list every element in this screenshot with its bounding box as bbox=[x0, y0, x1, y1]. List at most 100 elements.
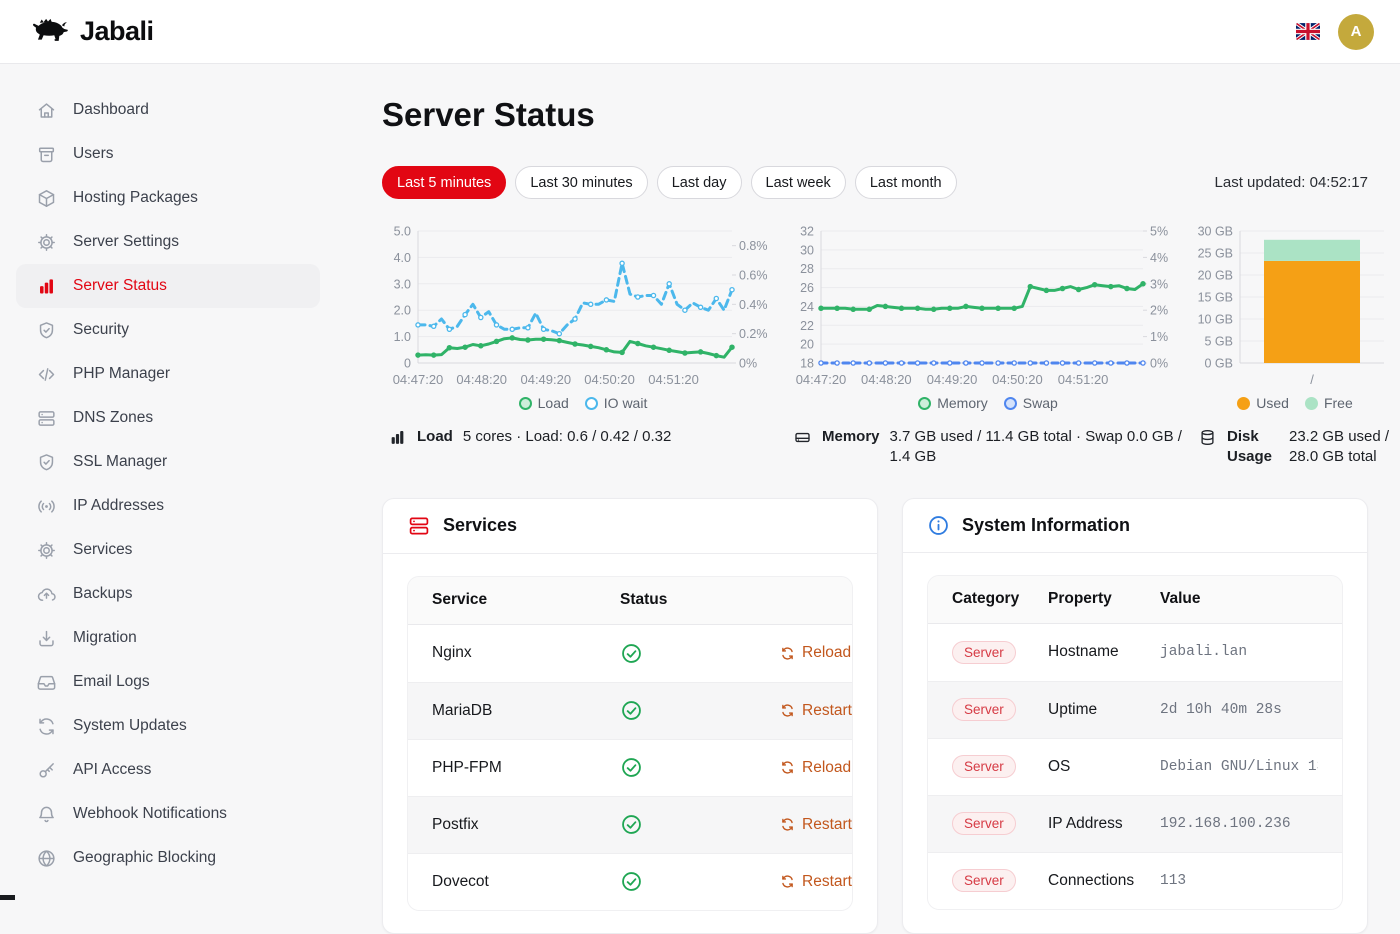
bell-icon bbox=[36, 804, 57, 825]
sidebar-item-dns-zones[interactable]: DNS Zones bbox=[16, 396, 320, 440]
services-table-header: ServiceStatus bbox=[408, 577, 852, 625]
range-button-last-month[interactable]: Last month bbox=[855, 166, 957, 199]
category-badge: Server bbox=[952, 698, 1016, 721]
service-row-nginx: NginxReload bbox=[408, 625, 852, 682]
svg-text:3%: 3% bbox=[1150, 277, 1168, 291]
sidebar-item-server-settings[interactable]: Server Settings bbox=[16, 220, 320, 264]
sidebar-item-migration[interactable]: Migration bbox=[16, 616, 320, 660]
refresh-icon bbox=[780, 817, 795, 832]
svg-text:04:50:20: 04:50:20 bbox=[584, 372, 635, 387]
svg-text:4%: 4% bbox=[1150, 251, 1168, 265]
sidebar-item-server-status[interactable]: Server Status bbox=[16, 264, 320, 308]
range-button-last-week[interactable]: Last week bbox=[751, 166, 846, 199]
restart-postfix-button[interactable]: Restart bbox=[780, 816, 852, 834]
svg-text:32: 32 bbox=[800, 225, 814, 239]
disk-chart: 0 GB5 GB10 GB15 GB20 GB25 GB30 GB/UsedFr… bbox=[1192, 221, 1398, 468]
svg-text:30: 30 bbox=[800, 243, 814, 257]
range-button-last-day[interactable]: Last day bbox=[657, 166, 742, 199]
info-icon bbox=[927, 514, 950, 537]
inbox-icon bbox=[36, 672, 57, 693]
sidebar-item-email-logs[interactable]: Email Logs bbox=[16, 660, 320, 704]
key-icon bbox=[36, 760, 57, 781]
property-value: 113 bbox=[1160, 873, 1318, 889]
sidebar-item-dashboard[interactable]: Dashboard bbox=[16, 88, 320, 132]
service-row-mariadb: MariaDBRestart bbox=[408, 682, 852, 739]
reload-php-fpm-button[interactable]: Reload bbox=[780, 759, 851, 777]
svg-text:0: 0 bbox=[404, 357, 411, 371]
legend-item-io-wait: IO wait bbox=[585, 395, 648, 411]
boar-logo-icon bbox=[26, 16, 70, 47]
property-name: Connections bbox=[1048, 872, 1160, 890]
load-chart: 01.02.03.04.05.00%0.2%0.4%0.6%0.8%04:47:… bbox=[382, 221, 784, 468]
system-row-ip-address: ServerIP Address192.168.100.236 bbox=[928, 795, 1342, 852]
memory-chart-legend: MemorySwap bbox=[787, 395, 1189, 411]
svg-text:25 GB: 25 GB bbox=[1198, 247, 1233, 261]
svg-text:22: 22 bbox=[800, 319, 814, 333]
refresh-icon bbox=[780, 760, 795, 775]
database-icon bbox=[1198, 428, 1217, 447]
system-information-table: CategoryPropertyValueServerHostnamejabal… bbox=[927, 575, 1343, 910]
cloud-upload-icon bbox=[36, 584, 57, 605]
legend-item-load: Load bbox=[519, 395, 569, 411]
sidebar-item-geographic-blocking[interactable]: Geographic Blocking bbox=[16, 836, 320, 880]
sidebar-item-users[interactable]: Users bbox=[16, 132, 320, 176]
svg-text:0.2%: 0.2% bbox=[739, 327, 768, 341]
page-title: Server Status bbox=[382, 96, 1368, 134]
sidebar-item-hosting-packages[interactable]: Hosting Packages bbox=[16, 176, 320, 220]
property-value: 192.168.100.236 bbox=[1160, 816, 1318, 832]
svg-text:30 GB: 30 GB bbox=[1198, 225, 1233, 239]
sidebar-item-php-manager[interactable]: PHP Manager bbox=[16, 352, 320, 396]
sidebar-item-security[interactable]: Security bbox=[16, 308, 320, 352]
category-badge: Server bbox=[952, 869, 1016, 892]
svg-text:04:49:20: 04:49:20 bbox=[927, 372, 978, 387]
services-server-icon bbox=[407, 514, 431, 538]
main-content: Server Status Last 5 minutes Last 30 minu… bbox=[336, 64, 1400, 900]
status-check-circle-icon bbox=[620, 642, 780, 665]
time-range-selector: Last 5 minutes Last 30 minutes Last day Las… bbox=[382, 166, 957, 199]
code-icon bbox=[36, 364, 57, 385]
language-flag-uk-icon[interactable] bbox=[1296, 23, 1320, 40]
svg-text:2%: 2% bbox=[1150, 304, 1168, 318]
range-button-last-30-minutes[interactable]: Last 30 minutes bbox=[515, 166, 647, 199]
svg-text:0%: 0% bbox=[739, 357, 757, 371]
svg-text:0.4%: 0.4% bbox=[739, 298, 768, 312]
services-card: Services ServiceStatusNginxReloadMariaDB… bbox=[382, 498, 878, 934]
svg-text:4.0: 4.0 bbox=[394, 251, 411, 265]
svg-text:04:51:20: 04:51:20 bbox=[648, 372, 699, 387]
svg-text:0 GB: 0 GB bbox=[1205, 357, 1234, 371]
property-name: Uptime bbox=[1048, 701, 1160, 719]
sidebar-item-api-access[interactable]: API Access bbox=[16, 748, 320, 792]
reload-nginx-button[interactable]: Reload bbox=[780, 644, 851, 662]
sidebar-item-ip-addresses[interactable]: IP Addresses bbox=[16, 484, 320, 528]
svg-text:20: 20 bbox=[800, 338, 814, 352]
svg-text:5 GB: 5 GB bbox=[1205, 335, 1234, 349]
system-table-header: CategoryPropertyValue bbox=[928, 576, 1342, 624]
last-updated-label: Last updated: 04:52:17 bbox=[1215, 174, 1368, 191]
sidebar-item-system-updates[interactable]: System Updates bbox=[16, 704, 320, 748]
home-icon bbox=[36, 100, 57, 121]
sidebar-item-services[interactable]: Services bbox=[16, 528, 320, 572]
svg-text:04:49:20: 04:49:20 bbox=[520, 372, 571, 387]
restart-mariadb-button[interactable]: Restart bbox=[780, 702, 852, 720]
svg-text:10 GB: 10 GB bbox=[1198, 313, 1233, 327]
sidebar-item-webhook-notifications[interactable]: Webhook Notifications bbox=[16, 792, 320, 836]
load-chart-legend: Load IO wait bbox=[382, 395, 784, 411]
range-button-last-5-minutes[interactable]: Last 5 minutes bbox=[382, 166, 506, 199]
disk-usage-summary: Disk Usage23.2 GB used / 28.0 GB total bbox=[1192, 427, 1398, 468]
service-row-php-fpm: PHP-FPM Reload bbox=[408, 739, 852, 796]
user-avatar[interactable]: A bbox=[1338, 14, 1374, 50]
property-name: IP Address bbox=[1048, 815, 1160, 833]
property-name: Hostname bbox=[1048, 643, 1160, 661]
disk-chart-legend: UsedFree bbox=[1192, 395, 1398, 411]
sidebar-item-ssl-manager[interactable]: SSL Manager bbox=[16, 440, 320, 484]
brand-name: Jabali bbox=[80, 16, 154, 47]
category-badge: Server bbox=[952, 755, 1016, 778]
svg-text:2.0: 2.0 bbox=[394, 304, 411, 318]
shield-check-icon bbox=[36, 320, 57, 341]
download-icon bbox=[36, 628, 57, 649]
sidebar-item-backups[interactable]: Backups bbox=[16, 572, 320, 616]
service-name: PHP-FPM bbox=[432, 759, 620, 777]
restart-dovecot-button[interactable]: Restart bbox=[780, 873, 852, 891]
svg-text:0.6%: 0.6% bbox=[739, 269, 768, 283]
system-row-os: ServerOSDebian GNU/Linux 13 (trixie) bbox=[928, 738, 1342, 795]
